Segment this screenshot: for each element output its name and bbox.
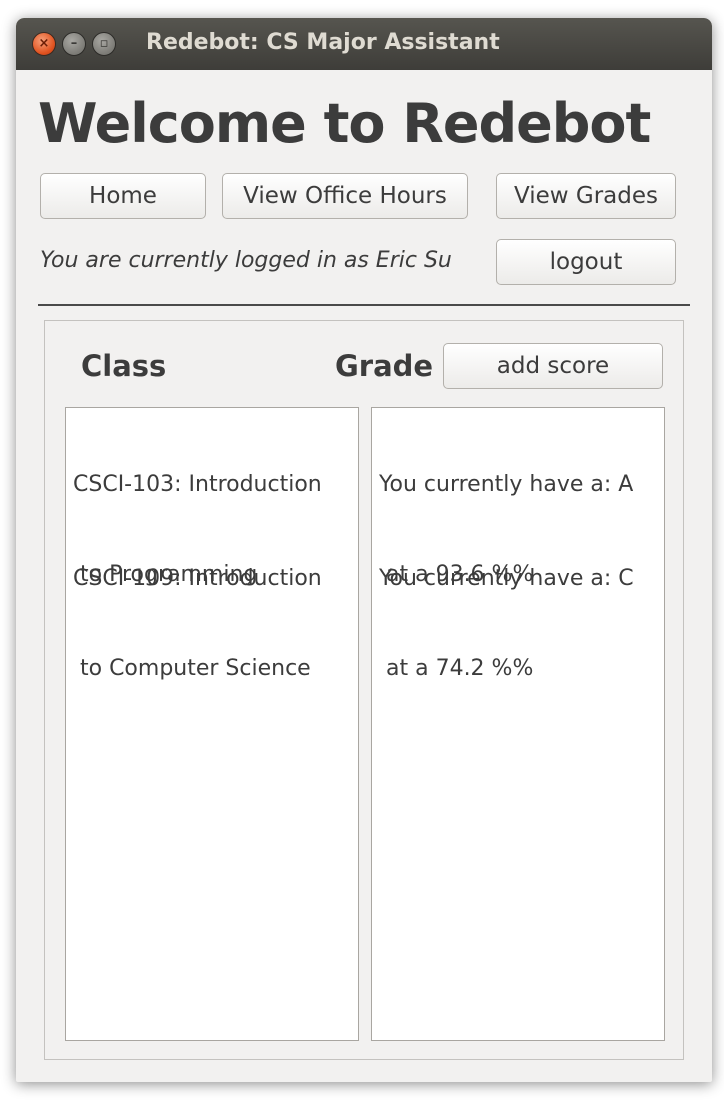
view-office-hours-button[interactable]: View Office Hours bbox=[222, 173, 468, 219]
grade-line: You currently have a: A bbox=[379, 472, 634, 497]
minimize-window-icon[interactable]: – bbox=[62, 32, 86, 56]
class-name-line: CSCI-103: Introduction bbox=[73, 472, 322, 497]
window-title: Redebot: CS Major Assistant bbox=[146, 30, 500, 55]
list-item[interactable]: CSCI-109: Introduction to Computer Scien… bbox=[73, 504, 322, 744]
class-column-header: Class bbox=[81, 349, 167, 383]
home-button[interactable]: Home bbox=[40, 173, 206, 219]
class-name-line: to Computer Science bbox=[73, 656, 311, 681]
grade-column-header: Grade bbox=[335, 349, 434, 383]
grades-panel: Class Grade add score CSCI-103: Introduc… bbox=[44, 320, 684, 1060]
divider bbox=[38, 304, 690, 306]
maximize-window-icon[interactable]: ▫ bbox=[92, 32, 116, 56]
close-window-icon[interactable]: × bbox=[32, 32, 56, 56]
title-bar[interactable]: × – ▫ Redebot: CS Major Assistant bbox=[16, 18, 712, 70]
add-score-button[interactable]: add score bbox=[443, 343, 663, 389]
logout-button[interactable]: logout bbox=[496, 239, 676, 285]
app-window: × – ▫ Redebot: CS Major Assistant Welcom… bbox=[16, 18, 712, 1082]
grade-line: You currently have a: C bbox=[379, 566, 634, 591]
grade-list[interactable]: You currently have a: A at a 93.6 %% You… bbox=[371, 407, 665, 1041]
grade-line: at a 74.2 %% bbox=[379, 656, 534, 681]
list-item[interactable]: You currently have a: C at a 74.2 %% bbox=[379, 504, 634, 744]
class-list[interactable]: CSCI-103: Introduction to Programming CS… bbox=[65, 407, 359, 1041]
login-status-text: You are currently logged in as Eric Su bbox=[40, 248, 452, 273]
page-title: Welcome to Redebot bbox=[38, 92, 651, 155]
class-name-line: CSCI-109: Introduction bbox=[73, 566, 322, 591]
view-grades-button[interactable]: View Grades bbox=[496, 173, 676, 219]
